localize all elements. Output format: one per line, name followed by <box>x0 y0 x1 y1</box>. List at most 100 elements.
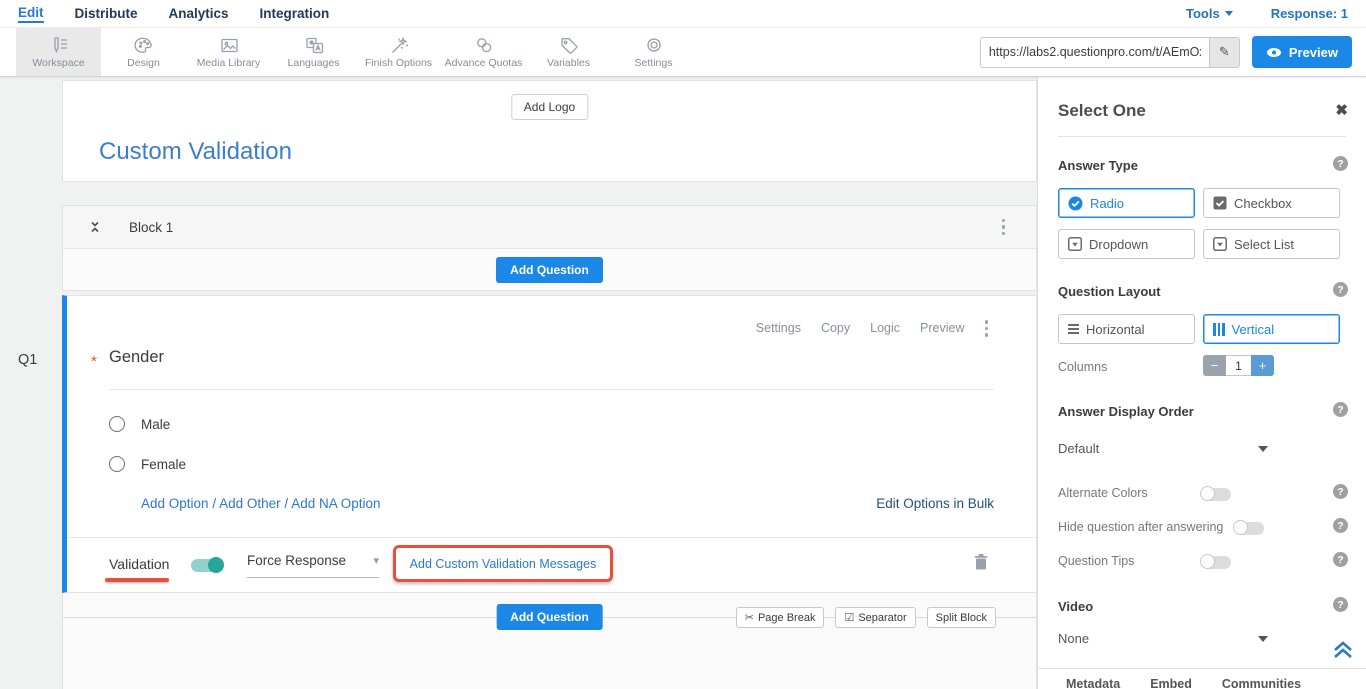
add-na-option-link[interactable]: Add NA Option <box>291 496 380 511</box>
answer-option-label[interactable]: Male <box>141 417 170 432</box>
help-icon[interactable]: ? <box>1333 597 1348 612</box>
force-response-dropdown[interactable]: Force Response ▾ <box>247 553 379 578</box>
collapse-block-icon[interactable] <box>88 220 102 234</box>
split-block-button[interactable]: Split Block <box>927 607 996 628</box>
block-header: Block 1 <box>63 206 1036 249</box>
answer-type-select-list-button[interactable]: Select List <box>1203 229 1340 259</box>
page-break-button[interactable]: ✂ Page Break <box>736 607 825 628</box>
help-icon[interactable]: ? <box>1333 484 1348 499</box>
toolbar-item-workspace[interactable]: Workspace <box>16 28 101 76</box>
divider <box>1038 668 1366 669</box>
toolbar-item-advance-quotas[interactable]: Advance Quotas <box>441 28 526 76</box>
question-copy-link[interactable]: Copy <box>821 321 850 335</box>
add-option-link[interactable]: Add Option <box>141 496 209 511</box>
required-marker: * <box>91 353 97 370</box>
caret-down-icon <box>1258 636 1268 642</box>
add-custom-validation-messages-link[interactable]: Add Custom Validation Messages <box>410 557 597 571</box>
validation-divider <box>67 537 1036 538</box>
tab-embed[interactable]: Embed <box>1150 677 1192 689</box>
checkbox-icon: ☑ <box>844 611 854 624</box>
delete-question-button[interactable] <box>973 553 989 576</box>
help-icon[interactable]: ? <box>1333 402 1348 417</box>
help-icon[interactable]: ? <box>1333 282 1348 297</box>
separator-button[interactable]: ☑ Separator <box>835 607 915 628</box>
answer-type-dropdown-button[interactable]: Dropdown <box>1058 229 1195 259</box>
hide-question-after-answering-toggle[interactable] <box>1234 522 1264 535</box>
close-icon[interactable]: ✖ <box>1335 101 1348 119</box>
nav-tab-integration[interactable]: Integration <box>260 6 330 21</box>
answer-option-row[interactable]: Male <box>109 416 170 432</box>
edit-url-button[interactable]: ✎ <box>1209 38 1239 67</box>
red-annotation-box: Add Custom Validation Messages <box>393 545 613 582</box>
option-links: Add Option / Add Other / Add NA Option <box>141 496 381 511</box>
survey-url-group: ✎ <box>980 37 1240 68</box>
red-annotation-underline <box>105 578 169 582</box>
radio-icon[interactable] <box>109 456 125 472</box>
answer-type-checkbox-button[interactable]: Checkbox <box>1203 188 1340 218</box>
nav-tab-analytics[interactable]: Analytics <box>169 6 229 21</box>
radio-icon[interactable] <box>109 416 125 432</box>
toolbar-item-media-library[interactable]: Media Library <box>186 28 271 76</box>
caret-down-icon <box>1225 11 1233 16</box>
answer-display-order-value: Default <box>1058 441 1099 456</box>
radio-selected-icon <box>1068 196 1083 211</box>
double-chevron-up-icon <box>1332 640 1354 660</box>
edit-options-in-bulk-link[interactable]: Edit Options in Bulk <box>876 496 994 511</box>
question-logic-link[interactable]: Logic <box>870 321 900 335</box>
palette-icon <box>133 35 155 55</box>
checkbox-icon <box>1213 196 1227 210</box>
toolbar-item-design[interactable]: Design <box>101 28 186 76</box>
toolbar-item-languages[interactable]: Languages <box>271 28 356 76</box>
video-dropdown[interactable]: None <box>1058 631 1268 646</box>
toolbar-item-finish-options[interactable]: Finish Options <box>356 28 441 76</box>
columns-increment-button[interactable]: + <box>1251 355 1274 376</box>
block-add-question-row: Add Question <box>63 249 1036 291</box>
add-question-button[interactable]: Add Question <box>496 257 603 283</box>
preview-button[interactable]: Preview <box>1252 36 1352 68</box>
answer-option-row[interactable]: Female <box>109 456 186 472</box>
tools-menu[interactable]: Tools <box>1186 6 1233 21</box>
block-title[interactable]: Block 1 <box>129 220 173 235</box>
editor-toolbar: Workspace Design Media Library Languages… <box>0 28 1366 77</box>
block-menu-icon[interactable] <box>1002 219 1006 236</box>
validation-toggle[interactable] <box>191 559 223 572</box>
answer-display-order-dropdown[interactable]: Default <box>1058 441 1268 456</box>
alternate-colors-toggle[interactable] <box>1201 488 1231 501</box>
quota-links-icon <box>473 35 495 55</box>
question-menu-icon[interactable] <box>985 320 989 337</box>
toolbar-item-label: Variables <box>547 57 590 69</box>
help-icon[interactable]: ? <box>1333 518 1348 533</box>
question-preview-link[interactable]: Preview <box>920 321 964 335</box>
image-icon <box>218 35 240 55</box>
toolbar-item-settings[interactable]: Settings <box>611 28 696 76</box>
nav-tab-edit[interactable]: Edit <box>18 5 44 23</box>
toolbar-item-variables[interactable]: Variables <box>526 28 611 76</box>
tools-label: Tools <box>1186 6 1220 21</box>
columns-decrement-button[interactable]: − <box>1203 355 1226 376</box>
columns-value[interactable]: 1 <box>1226 355 1251 376</box>
add-logo-button[interactable]: Add Logo <box>511 94 588 120</box>
add-question-button-bottom[interactable]: Add Question <box>496 604 603 630</box>
nav-tab-distribute[interactable]: Distribute <box>75 6 138 21</box>
tab-communities[interactable]: Communities <box>1222 677 1301 689</box>
workspace-icon <box>48 35 70 55</box>
answer-option-label[interactable]: Female <box>141 457 186 472</box>
tab-metadata[interactable]: Metadata <box>1066 677 1120 689</box>
survey-title[interactable]: Custom Validation <box>99 138 292 166</box>
question-tips-toggle[interactable] <box>1201 556 1231 569</box>
question-text[interactable]: Gender <box>109 348 164 367</box>
layout-vertical-button[interactable]: Vertical <box>1203 314 1340 344</box>
add-other-link[interactable]: Add Other <box>219 496 281 511</box>
dropdown-icon <box>1068 237 1082 251</box>
help-icon[interactable]: ? <box>1333 552 1348 567</box>
survey-url-input[interactable] <box>981 38 1209 67</box>
question-settings-link[interactable]: Settings <box>756 321 801 335</box>
separator-label: Separator <box>858 612 906 624</box>
tag-icon <box>558 35 580 55</box>
scroll-to-top-button[interactable] <box>1332 640 1354 665</box>
answer-type-radio-button[interactable]: Radio <box>1058 188 1195 218</box>
response-count-link[interactable]: Response: 1 <box>1271 6 1348 21</box>
question-text-underline <box>109 389 994 390</box>
layout-horizontal-button[interactable]: Horizontal <box>1058 314 1195 344</box>
help-icon[interactable]: ? <box>1333 156 1348 171</box>
